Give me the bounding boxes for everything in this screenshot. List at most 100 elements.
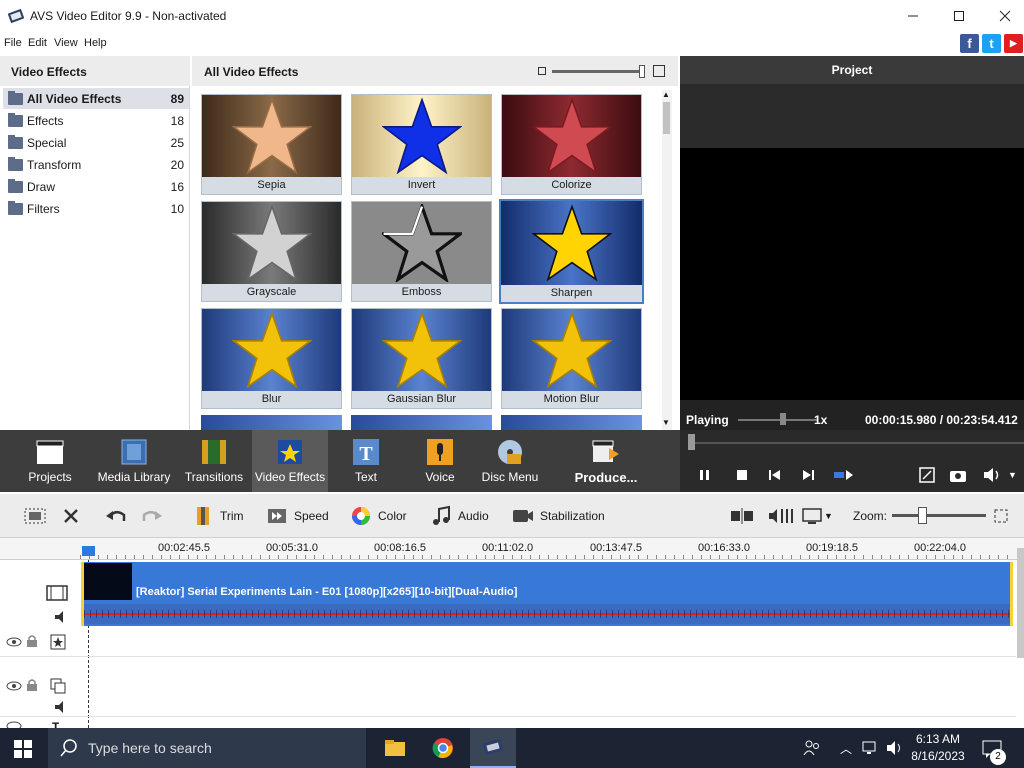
taskbar-search-box[interactable]: Type here to search	[48, 728, 366, 768]
zoom-handle[interactable]	[918, 507, 927, 524]
color-button[interactable]: Color	[350, 494, 407, 538]
effect-partial-tile[interactable]	[501, 415, 642, 430]
lock-icon[interactable]	[26, 634, 38, 648]
audio-mixer-button[interactable]	[768, 494, 794, 538]
menu-help[interactable]: Help	[84, 37, 107, 49]
audio-button[interactable]: Audio	[430, 494, 489, 538]
zoom-slider[interactable]	[892, 514, 986, 517]
audio-track-icon[interactable]	[54, 700, 70, 714]
disc-menu-button[interactable]: Disc Menu	[476, 430, 544, 492]
next-frame-icon[interactable]	[801, 468, 815, 482]
category-transform[interactable]: Transform 20	[3, 154, 189, 175]
pause-icon[interactable]	[698, 468, 712, 482]
undo-button[interactable]	[104, 494, 128, 538]
category-filters[interactable]: Filters 10	[3, 198, 189, 219]
effects-scrollbar[interactable]	[662, 90, 672, 430]
video-effects-button[interactable]: Video Effects	[252, 430, 328, 492]
volume-icon[interactable]	[982, 466, 1002, 484]
effect-emboss[interactable]: Emboss	[351, 201, 492, 302]
effect-grayscale[interactable]: Grayscale	[201, 201, 342, 302]
scrollbar-thumb[interactable]	[663, 102, 670, 134]
effect-partial-tile[interactable]	[351, 415, 492, 430]
playhead-marker[interactable]	[82, 546, 95, 556]
effect-colorize[interactable]: Colorize	[501, 94, 642, 195]
thumb-size-slider[interactable]	[552, 70, 644, 73]
clock-date[interactable]: 8/16/2023	[910, 749, 966, 763]
minimize-button[interactable]	[890, 0, 936, 32]
youtube-icon[interactable]: ▶	[1004, 34, 1023, 53]
sepia-thumb	[202, 95, 341, 177]
redo-button[interactable]	[140, 494, 164, 538]
avs-taskbar-button[interactable]	[470, 728, 516, 768]
visibility-eye-icon[interactable]	[6, 720, 22, 728]
video-clip[interactable]: [Reaktor] Serial Experiments Lain - E01 …	[81, 562, 1013, 626]
player-controls: ▼	[680, 430, 1024, 492]
maximize-button[interactable]	[936, 0, 982, 32]
scroll-down-icon[interactable]: ▼	[662, 418, 670, 427]
chrome-icon[interactable]	[432, 737, 454, 759]
trim-button[interactable]: Trim	[192, 494, 244, 538]
display-mode-button[interactable]: ▼	[802, 494, 833, 538]
small-thumb-icon[interactable]	[538, 67, 546, 75]
twitter-icon[interactable]: t	[982, 34, 1001, 53]
close-button[interactable]	[982, 0, 1024, 32]
play-selection-icon[interactable]	[832, 468, 856, 482]
speed-slider[interactable]	[738, 419, 818, 421]
storyboard-toggle-button[interactable]	[24, 494, 46, 538]
windows-start-icon[interactable]	[14, 740, 32, 758]
track-divider	[0, 716, 1016, 717]
audio-track-icon[interactable]	[54, 610, 70, 624]
effect-gaussian-blur[interactable]: Gaussian Blur	[351, 308, 492, 409]
menu-file[interactable]: File	[4, 37, 22, 49]
timeline-ruler[interactable]: 00:02:45.5 00:05:31.0 00:08:16.5 00:11:0…	[0, 538, 1024, 560]
category-draw[interactable]: Draw 16	[3, 176, 189, 197]
menu-view[interactable]: View	[54, 37, 78, 49]
clock-time[interactable]: 6:13 AM	[912, 732, 964, 746]
timeline-scrollbar[interactable]	[1017, 548, 1024, 658]
category-all[interactable]: All Video Effects 89	[3, 88, 189, 109]
effect-motion-blur[interactable]: Motion Blur	[501, 308, 642, 409]
seek-bar[interactable]	[688, 442, 1024, 444]
speaker-icon[interactable]	[886, 740, 904, 756]
large-thumb-icon[interactable]	[653, 65, 665, 77]
transitions-icon	[199, 438, 229, 466]
lock-icon[interactable]	[26, 678, 38, 692]
video-preview[interactable]	[680, 148, 1024, 400]
text-button[interactable]: T Text	[336, 430, 396, 492]
projects-button[interactable]: Projects	[14, 430, 86, 492]
stop-icon[interactable]	[735, 468, 749, 482]
fit-timeline-button[interactable]	[992, 494, 1010, 538]
category-special[interactable]: Special 25	[3, 132, 189, 153]
transitions-button[interactable]: Transitions	[180, 430, 248, 492]
split-button[interactable]	[730, 494, 754, 538]
people-icon[interactable]	[802, 738, 822, 758]
visibility-eye-icon[interactable]	[6, 680, 22, 692]
media-library-button[interactable]: Media Library	[96, 430, 172, 492]
effect-partial-tile[interactable]	[201, 415, 342, 430]
network-icon[interactable]	[862, 740, 880, 756]
previous-frame-icon[interactable]	[768, 468, 782, 482]
effect-blur[interactable]: Blur	[201, 308, 342, 409]
slider-handle[interactable]	[639, 65, 645, 78]
facebook-icon[interactable]: f	[960, 34, 979, 53]
delete-button[interactable]	[62, 494, 80, 538]
speed-handle[interactable]	[780, 413, 786, 425]
effect-invert[interactable]: Invert	[351, 94, 492, 195]
file-explorer-icon[interactable]	[384, 738, 406, 758]
menu-edit[interactable]: Edit	[28, 37, 47, 49]
snapshot-icon[interactable]	[948, 466, 968, 484]
overlay-track-icon	[50, 678, 66, 694]
effect-sharpen[interactable]: Sharpen	[499, 199, 644, 304]
visibility-eye-icon[interactable]	[6, 636, 22, 648]
speed-button[interactable]: Speed	[266, 494, 329, 538]
scroll-up-icon[interactable]: ▲	[662, 90, 670, 99]
volume-dropdown-icon[interactable]: ▼	[1008, 470, 1017, 480]
produce-button[interactable]: Produce...	[568, 430, 644, 492]
seek-handle[interactable]	[688, 434, 695, 450]
fullscreen-icon[interactable]	[918, 466, 936, 484]
effect-sepia[interactable]: Sepia	[201, 94, 342, 195]
stabilization-button[interactable]: Stabilization	[512, 494, 605, 538]
category-effects[interactable]: Effects 18	[3, 110, 189, 131]
voice-button[interactable]: Voice	[410, 430, 470, 492]
tray-chevron-icon[interactable]: ︿	[840, 740, 852, 757]
